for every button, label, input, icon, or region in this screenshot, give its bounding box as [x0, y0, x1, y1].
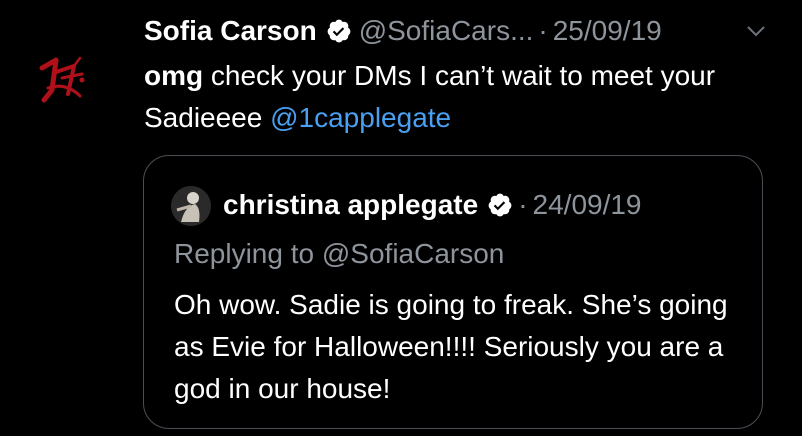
author-avatar[interactable]	[22, 38, 104, 120]
quoted-tweet-text: Oh wow. Sadie is going to freak. She’s g…	[174, 289, 728, 404]
profile-photo-icon	[171, 186, 211, 226]
separator-dot: ·	[538, 15, 548, 46]
quoted-tweet-date[interactable]: 24/09/19	[533, 189, 642, 221]
quoted-tweet-card[interactable]: christina applegate · 24/09/19 Replying …	[143, 155, 763, 429]
quoted-author-avatar[interactable]	[171, 186, 211, 226]
tweet-header: Sofia Carson @SofiaCars... · 25/09/19	[144, 11, 662, 51]
monogram-logo-icon	[39, 56, 85, 103]
author-name[interactable]: Sofia Carson	[144, 15, 317, 47]
tweet-text: omg check your DMs I can’t wait to meet …	[144, 55, 784, 139]
chevron-down-icon[interactable]	[746, 24, 766, 38]
separator-dot: ·	[518, 189, 528, 220]
author-handle[interactable]: @SofiaCars...	[359, 15, 534, 47]
tweet-date[interactable]: 25/09/19	[553, 15, 662, 47]
replying-to: Replying to @SofiaCarson	[174, 238, 505, 269]
mention-link[interactable]: @1capplegate	[270, 102, 451, 133]
verified-badge-icon	[326, 18, 352, 44]
tweet-text-bold: omg	[144, 60, 204, 91]
quoted-tweet-header: christina applegate · 24/09/19	[223, 185, 642, 225]
quoted-author-name[interactable]: christina applegate	[223, 189, 478, 221]
verified-badge-icon	[487, 192, 513, 218]
